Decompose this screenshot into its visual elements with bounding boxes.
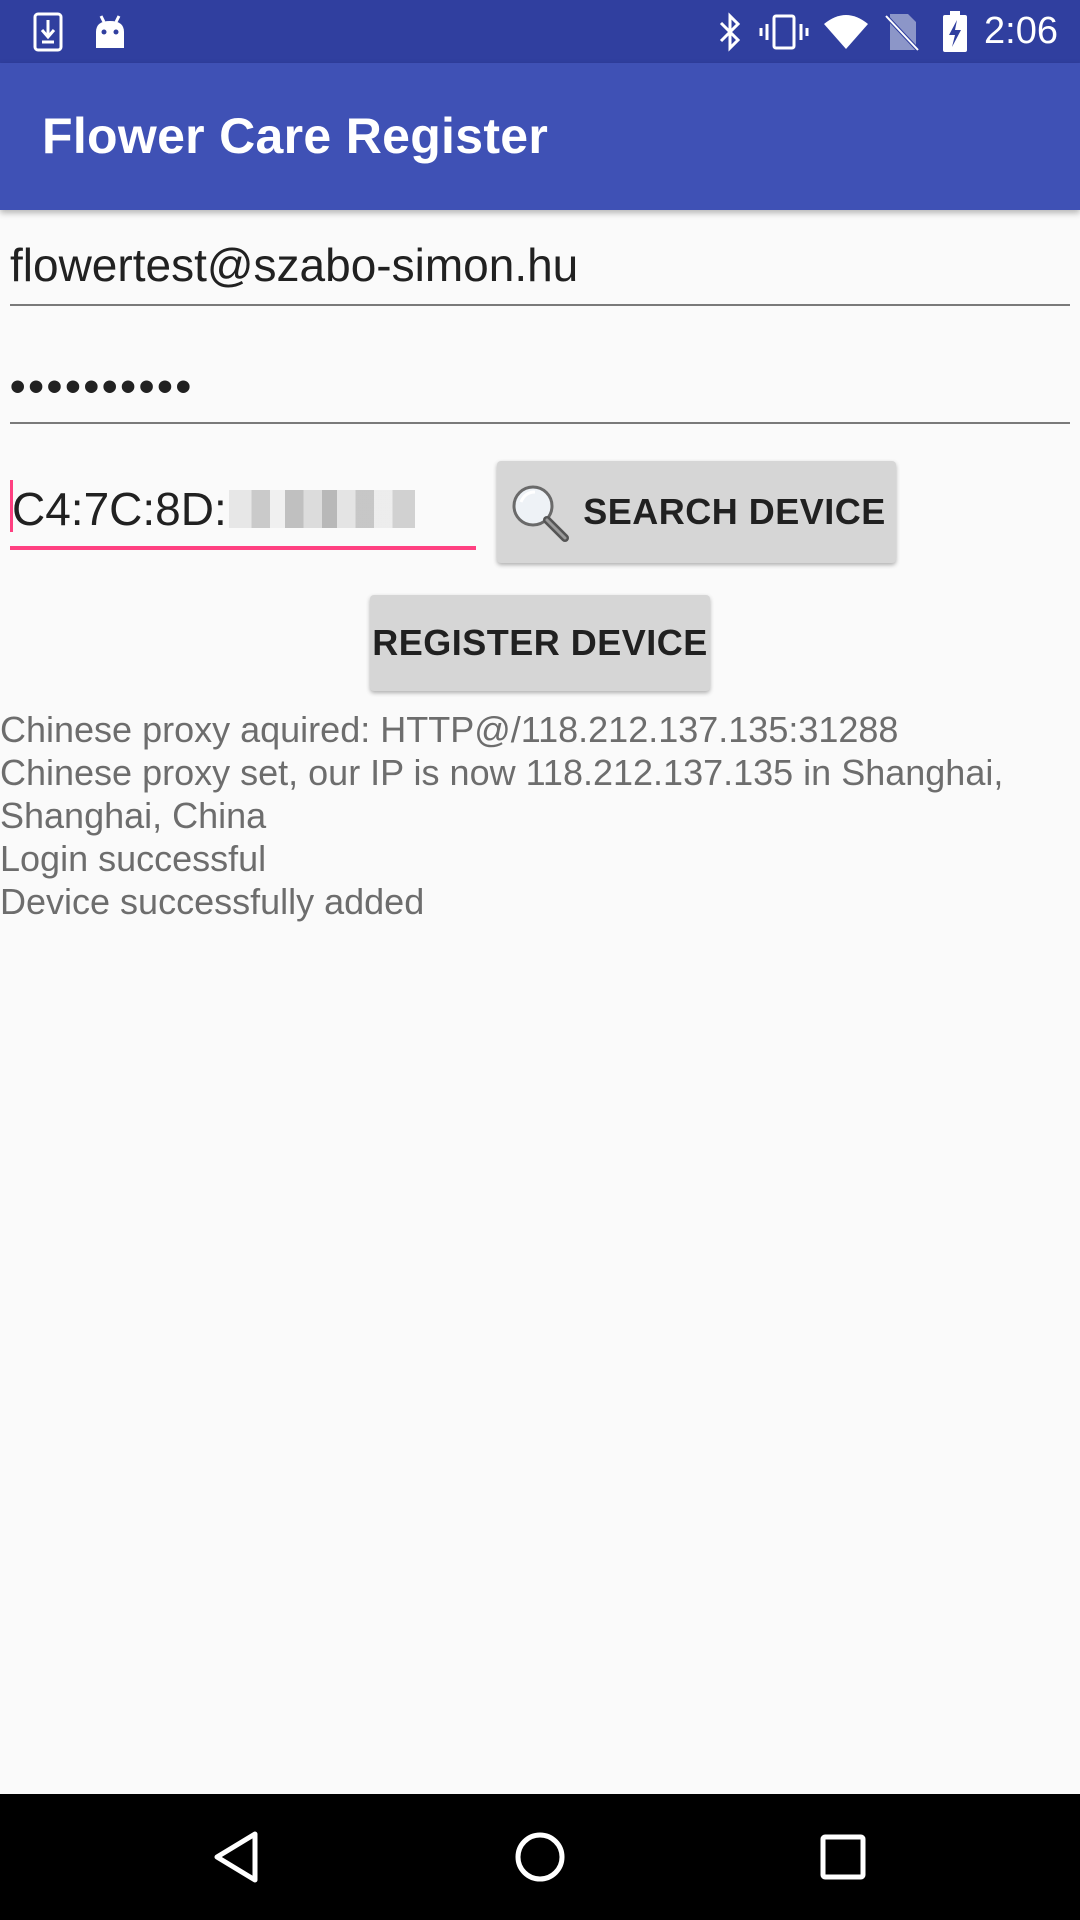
- register-device-button[interactable]: REGISTER DEVICE: [370, 595, 710, 691]
- no-sim-icon: [880, 0, 924, 63]
- redacted-mac-suffix: [228, 490, 415, 528]
- email-field[interactable]: flowertest@szabo-simon.hu: [10, 230, 1070, 306]
- status-bar: 2:06: [0, 0, 1080, 63]
- home-icon[interactable]: [470, 1794, 610, 1920]
- search-device-button[interactable]: SEARCH DEVICE: [497, 461, 896, 563]
- status-time: 2:06: [984, 10, 1058, 52]
- log-line: Device successfully added: [0, 881, 425, 922]
- bluetooth-icon: [714, 0, 746, 63]
- log-line: Login successful: [0, 838, 267, 879]
- back-icon[interactable]: [166, 1794, 306, 1920]
- mac-underline: [10, 546, 476, 550]
- log-output: Chinese proxy aquired: HTTP@/118.212.137…: [0, 708, 1080, 923]
- android-icon: [92, 0, 128, 63]
- vibrate-icon: [758, 0, 810, 63]
- log-line: Chinese proxy set, our IP is now 118.212…: [0, 752, 1014, 836]
- magnifier-icon: [507, 480, 571, 544]
- mac-address-field[interactable]: C4:7C:8D:: [10, 470, 476, 550]
- app-title: Flower Care Register: [42, 108, 549, 164]
- password-field[interactable]: ••••••••••: [10, 350, 1070, 424]
- app-bar: Flower Care Register: [0, 63, 1080, 210]
- email-underline: [10, 304, 1070, 306]
- mac-address-value: C4:7C:8D:: [12, 482, 415, 536]
- navigation-bar: [0, 1794, 1080, 1920]
- search-device-label: SEARCH DEVICE: [583, 491, 886, 532]
- download-icon: [30, 0, 66, 63]
- password-value: ••••••••••: [10, 362, 195, 411]
- log-line: Chinese proxy aquired: HTTP@/118.212.137…: [0, 709, 899, 750]
- screen: 2:06 Flower Care Register flowertest@sza…: [0, 0, 1080, 1920]
- battery-charging-icon: [938, 0, 972, 63]
- mac-prefix: C4:7C:8D:: [12, 483, 227, 535]
- register-device-label: REGISTER DEVICE: [372, 622, 708, 663]
- password-underline: [10, 422, 1070, 424]
- wifi-icon: [822, 0, 870, 63]
- email-value: flowertest@szabo-simon.hu: [10, 239, 579, 291]
- recents-icon[interactable]: [773, 1794, 913, 1920]
